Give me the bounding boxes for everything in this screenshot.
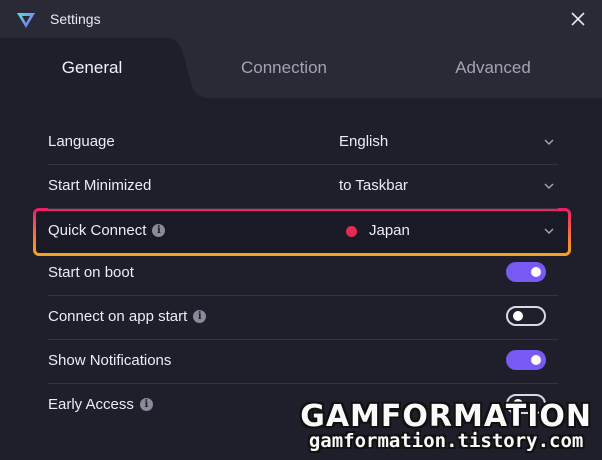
close-button[interactable] <box>564 6 592 32</box>
quick-connect-value: Japan <box>369 222 410 239</box>
start-on-boot-toggle[interactable] <box>506 262 546 282</box>
tab-connection[interactable]: Connection <box>190 38 378 98</box>
quick-connect-label: Quick Connect i <box>48 209 166 253</box>
early-access-label: Early Access i <box>48 383 153 427</box>
toggle-knob <box>513 311 523 321</box>
language-select[interactable]: English <box>339 120 558 164</box>
chevron-down-icon <box>544 139 554 145</box>
connect-on-app-start-label: Connect on app start i <box>48 295 207 339</box>
start-minimized-select[interactable]: to Taskbar <box>339 164 558 208</box>
chevron-down-icon <box>544 183 554 189</box>
language-value: English <box>339 133 389 150</box>
info-icon[interactable]: i <box>193 309 207 323</box>
quick-connect-row: Quick Connect i Japan <box>48 209 558 253</box>
start-on-boot-label: Start on boot <box>48 264 134 281</box>
toggle-knob <box>531 355 541 365</box>
show-notifications-label: Show Notifications <box>48 352 172 369</box>
tab-general[interactable]: General <box>0 38 184 98</box>
language-label: Language <box>48 133 115 150</box>
app-logo-icon <box>17 13 35 28</box>
window-title: Settings <box>50 11 101 27</box>
toggle-knob <box>531 267 541 277</box>
close-icon <box>571 12 585 26</box>
japan-flag-icon <box>346 226 357 237</box>
start-on-boot-row: Start on boot <box>48 251 558 296</box>
language-row: Language English <box>48 120 558 165</box>
tab-advanced[interactable]: Advanced <box>398 38 588 98</box>
start-minimized-value: to Taskbar <box>339 177 408 194</box>
start-minimized-label: Start Minimized <box>48 177 152 194</box>
early-access-toggle[interactable] <box>506 394 546 414</box>
show-notifications-toggle[interactable] <box>506 350 546 370</box>
start-minimized-row: Start Minimized to Taskbar <box>48 164 558 209</box>
info-icon[interactable]: i <box>152 223 166 237</box>
quick-connect-select[interactable]: Japan <box>339 209 558 253</box>
early-access-row: Early Access i <box>48 383 558 427</box>
tab-strip: General Connection Advanced <box>0 38 602 98</box>
toggle-knob <box>513 399 523 409</box>
connect-on-app-start-toggle[interactable] <box>506 306 546 326</box>
connect-on-app-start-row: Connect on app start i <box>48 295 558 340</box>
chevron-down-icon <box>544 228 554 234</box>
info-icon[interactable]: i <box>139 397 153 411</box>
show-notifications-row: Show Notifications <box>48 339 558 384</box>
title-bar: Settings <box>0 0 602 38</box>
